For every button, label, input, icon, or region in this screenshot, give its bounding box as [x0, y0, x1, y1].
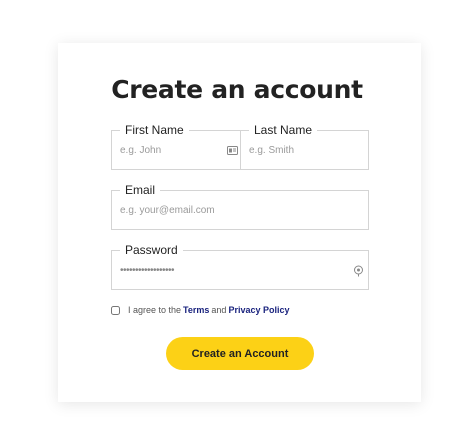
- privacy-policy-link[interactable]: Privacy Policy: [228, 305, 289, 315]
- terms-prefix-text: I agree to the: [128, 305, 182, 315]
- first-name-input[interactable]: [120, 131, 220, 169]
- terms-and-text: and: [211, 305, 227, 315]
- reveal-password-icon[interactable]: [353, 265, 364, 277]
- email-field: Email: [111, 182, 369, 230]
- password-input[interactable]: [120, 251, 340, 289]
- terms-agreement: I agree to the Terms and Privacy Policy: [111, 303, 291, 317]
- terms-link[interactable]: Terms: [183, 305, 209, 315]
- last-name-field: Last Name: [240, 122, 369, 170]
- email-input[interactable]: [120, 191, 360, 229]
- page-title: Create an account: [111, 75, 363, 104]
- first-name-field: First Name: [111, 122, 241, 170]
- id-card-icon: [227, 146, 238, 155]
- terms-checkbox[interactable]: [111, 305, 120, 315]
- create-account-button[interactable]: Create an Account: [166, 337, 314, 370]
- last-name-input[interactable]: [249, 131, 361, 169]
- password-field: Password: [111, 242, 369, 290]
